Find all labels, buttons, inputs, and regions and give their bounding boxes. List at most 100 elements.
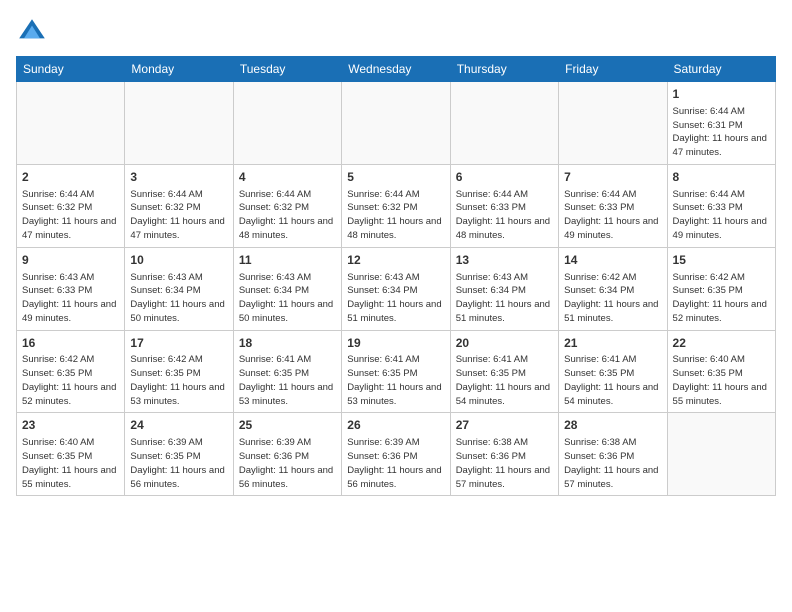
calendar-cell: 7 Sunrise: 6:44 AM Sunset: 6:33 PM Daylig… [559, 164, 667, 247]
day-number: 24 [130, 417, 227, 434]
calendar-cell: 4 Sunrise: 6:44 AM Sunset: 6:32 PM Daylig… [233, 164, 341, 247]
calendar-day-header: Thursday [450, 57, 558, 82]
calendar-cell: 14 Sunrise: 6:42 AM Sunset: 6:34 PM Dayli… [559, 247, 667, 330]
day-number: 19 [347, 335, 444, 352]
calendar-cell: 24 Sunrise: 6:39 AM Sunset: 6:35 PM Dayli… [125, 413, 233, 496]
calendar-cell: 22Sunrise: 6:40 AM Sunset: 6:35 PM Dayli… [667, 330, 775, 413]
day-number: 8 [673, 169, 770, 186]
day-number: 3 [130, 169, 227, 186]
day-number: 1 [673, 86, 770, 103]
calendar-header-row: SundayMondayTuesdayWednesdayThursdayFrid… [17, 57, 776, 82]
day-info: Sunrise: 6:42 AM Sunset: 6:35 PM Dayligh… [130, 353, 227, 408]
day-info: Sunrise: 6:44 AM Sunset: 6:32 PM Dayligh… [239, 188, 336, 243]
calendar-cell: 12Sunrise: 6:43 AM Sunset: 6:34 PM Dayli… [342, 247, 450, 330]
day-info: Sunrise: 6:42 AM Sunset: 6:34 PM Dayligh… [564, 271, 661, 326]
calendar-cell: 1 Sunrise: 6:44 AM Sunset: 6:31 PM Daylig… [667, 82, 775, 165]
day-number: 20 [456, 335, 553, 352]
day-number: 6 [456, 169, 553, 186]
day-info: Sunrise: 6:41 AM Sunset: 6:35 PM Dayligh… [456, 353, 553, 408]
day-number: 10 [130, 252, 227, 269]
calendar-cell: 11Sunrise: 6:43 AM Sunset: 6:34 PM Dayli… [233, 247, 341, 330]
day-info: Sunrise: 6:39 AM Sunset: 6:36 PM Dayligh… [239, 436, 336, 491]
calendar-cell: 27 Sunrise: 6:38 AM Sunset: 6:36 PM Dayli… [450, 413, 558, 496]
day-info: Sunrise: 6:41 AM Sunset: 6:35 PM Dayligh… [239, 353, 336, 408]
day-info: Sunrise: 6:44 AM Sunset: 6:32 PM Dayligh… [130, 188, 227, 243]
calendar-cell: 18Sunrise: 6:41 AM Sunset: 6:35 PM Dayli… [233, 330, 341, 413]
day-info: Sunrise: 6:44 AM Sunset: 6:33 PM Dayligh… [564, 188, 661, 243]
day-info: Sunrise: 6:44 AM Sunset: 6:32 PM Dayligh… [347, 188, 444, 243]
day-info: Sunrise: 6:39 AM Sunset: 6:35 PM Dayligh… [130, 436, 227, 491]
calendar-week-row: 1 Sunrise: 6:44 AM Sunset: 6:31 PM Daylig… [17, 82, 776, 165]
day-info: Sunrise: 6:43 AM Sunset: 6:34 PM Dayligh… [456, 271, 553, 326]
calendar-cell: 20Sunrise: 6:41 AM Sunset: 6:35 PM Dayli… [450, 330, 558, 413]
page-header [16, 16, 776, 48]
day-number: 27 [456, 417, 553, 434]
calendar-week-row: 16Sunrise: 6:42 AM Sunset: 6:35 PM Dayli… [17, 330, 776, 413]
day-info: Sunrise: 6:42 AM Sunset: 6:35 PM Dayligh… [673, 271, 770, 326]
day-info: Sunrise: 6:40 AM Sunset: 6:35 PM Dayligh… [673, 353, 770, 408]
calendar-day-header: Tuesday [233, 57, 341, 82]
calendar-cell [17, 82, 125, 165]
day-number: 22 [673, 335, 770, 352]
day-number: 7 [564, 169, 661, 186]
calendar-day-header: Wednesday [342, 57, 450, 82]
day-info: Sunrise: 6:41 AM Sunset: 6:35 PM Dayligh… [564, 353, 661, 408]
day-number: 28 [564, 417, 661, 434]
calendar-cell [667, 413, 775, 496]
calendar-cell [450, 82, 558, 165]
day-number: 15 [673, 252, 770, 269]
calendar-cell: 15 Sunrise: 6:42 AM Sunset: 6:35 PM Dayli… [667, 247, 775, 330]
calendar-cell: 9 Sunrise: 6:43 AM Sunset: 6:33 PM Daylig… [17, 247, 125, 330]
day-info: Sunrise: 6:43 AM Sunset: 6:33 PM Dayligh… [22, 271, 119, 326]
day-info: Sunrise: 6:44 AM Sunset: 6:33 PM Dayligh… [456, 188, 553, 243]
calendar-cell: 16Sunrise: 6:42 AM Sunset: 6:35 PM Dayli… [17, 330, 125, 413]
logo [16, 16, 52, 48]
calendar-cell: 19Sunrise: 6:41 AM Sunset: 6:35 PM Dayli… [342, 330, 450, 413]
day-number: 16 [22, 335, 119, 352]
day-info: Sunrise: 6:38 AM Sunset: 6:36 PM Dayligh… [564, 436, 661, 491]
calendar-week-row: 23 Sunrise: 6:40 AM Sunset: 6:35 PM Dayli… [17, 413, 776, 496]
day-info: Sunrise: 6:43 AM Sunset: 6:34 PM Dayligh… [239, 271, 336, 326]
day-number: 2 [22, 169, 119, 186]
day-number: 13 [456, 252, 553, 269]
day-number: 17 [130, 335, 227, 352]
calendar-cell: 3 Sunrise: 6:44 AM Sunset: 6:32 PM Daylig… [125, 164, 233, 247]
day-info: Sunrise: 6:39 AM Sunset: 6:36 PM Dayligh… [347, 436, 444, 491]
calendar-day-header: Saturday [667, 57, 775, 82]
day-number: 23 [22, 417, 119, 434]
day-info: Sunrise: 6:43 AM Sunset: 6:34 PM Dayligh… [130, 271, 227, 326]
calendar-cell: 25 Sunrise: 6:39 AM Sunset: 6:36 PM Dayli… [233, 413, 341, 496]
day-number: 18 [239, 335, 336, 352]
calendar-week-row: 2 Sunrise: 6:44 AM Sunset: 6:32 PM Daylig… [17, 164, 776, 247]
calendar-cell [125, 82, 233, 165]
calendar-cell: 5 Sunrise: 6:44 AM Sunset: 6:32 PM Daylig… [342, 164, 450, 247]
day-number: 9 [22, 252, 119, 269]
day-info: Sunrise: 6:42 AM Sunset: 6:35 PM Dayligh… [22, 353, 119, 408]
calendar-cell [342, 82, 450, 165]
day-info: Sunrise: 6:44 AM Sunset: 6:32 PM Dayligh… [22, 188, 119, 243]
day-number: 4 [239, 169, 336, 186]
calendar-cell: 26 Sunrise: 6:39 AM Sunset: 6:36 PM Dayli… [342, 413, 450, 496]
calendar-cell: 17Sunrise: 6:42 AM Sunset: 6:35 PM Dayli… [125, 330, 233, 413]
calendar-cell [233, 82, 341, 165]
calendar-cell: 21Sunrise: 6:41 AM Sunset: 6:35 PM Dayli… [559, 330, 667, 413]
day-info: Sunrise: 6:44 AM Sunset: 6:31 PM Dayligh… [673, 105, 770, 160]
calendar-cell: 13 Sunrise: 6:43 AM Sunset: 6:34 PM Dayli… [450, 247, 558, 330]
calendar-cell: 28 Sunrise: 6:38 AM Sunset: 6:36 PM Dayli… [559, 413, 667, 496]
logo-icon [16, 16, 48, 48]
day-number: 12 [347, 252, 444, 269]
calendar-cell: 10 Sunrise: 6:43 AM Sunset: 6:34 PM Dayli… [125, 247, 233, 330]
day-info: Sunrise: 6:41 AM Sunset: 6:35 PM Dayligh… [347, 353, 444, 408]
calendar-cell: 23 Sunrise: 6:40 AM Sunset: 6:35 PM Dayli… [17, 413, 125, 496]
calendar-day-header: Sunday [17, 57, 125, 82]
day-info: Sunrise: 6:40 AM Sunset: 6:35 PM Dayligh… [22, 436, 119, 491]
day-number: 26 [347, 417, 444, 434]
day-number: 25 [239, 417, 336, 434]
calendar-cell [559, 82, 667, 165]
calendar-day-header: Monday [125, 57, 233, 82]
day-number: 5 [347, 169, 444, 186]
calendar-table: SundayMondayTuesdayWednesdayThursdayFrid… [16, 56, 776, 496]
calendar-cell: 8Sunrise: 6:44 AM Sunset: 6:33 PM Daylig… [667, 164, 775, 247]
day-number: 14 [564, 252, 661, 269]
day-info: Sunrise: 6:38 AM Sunset: 6:36 PM Dayligh… [456, 436, 553, 491]
